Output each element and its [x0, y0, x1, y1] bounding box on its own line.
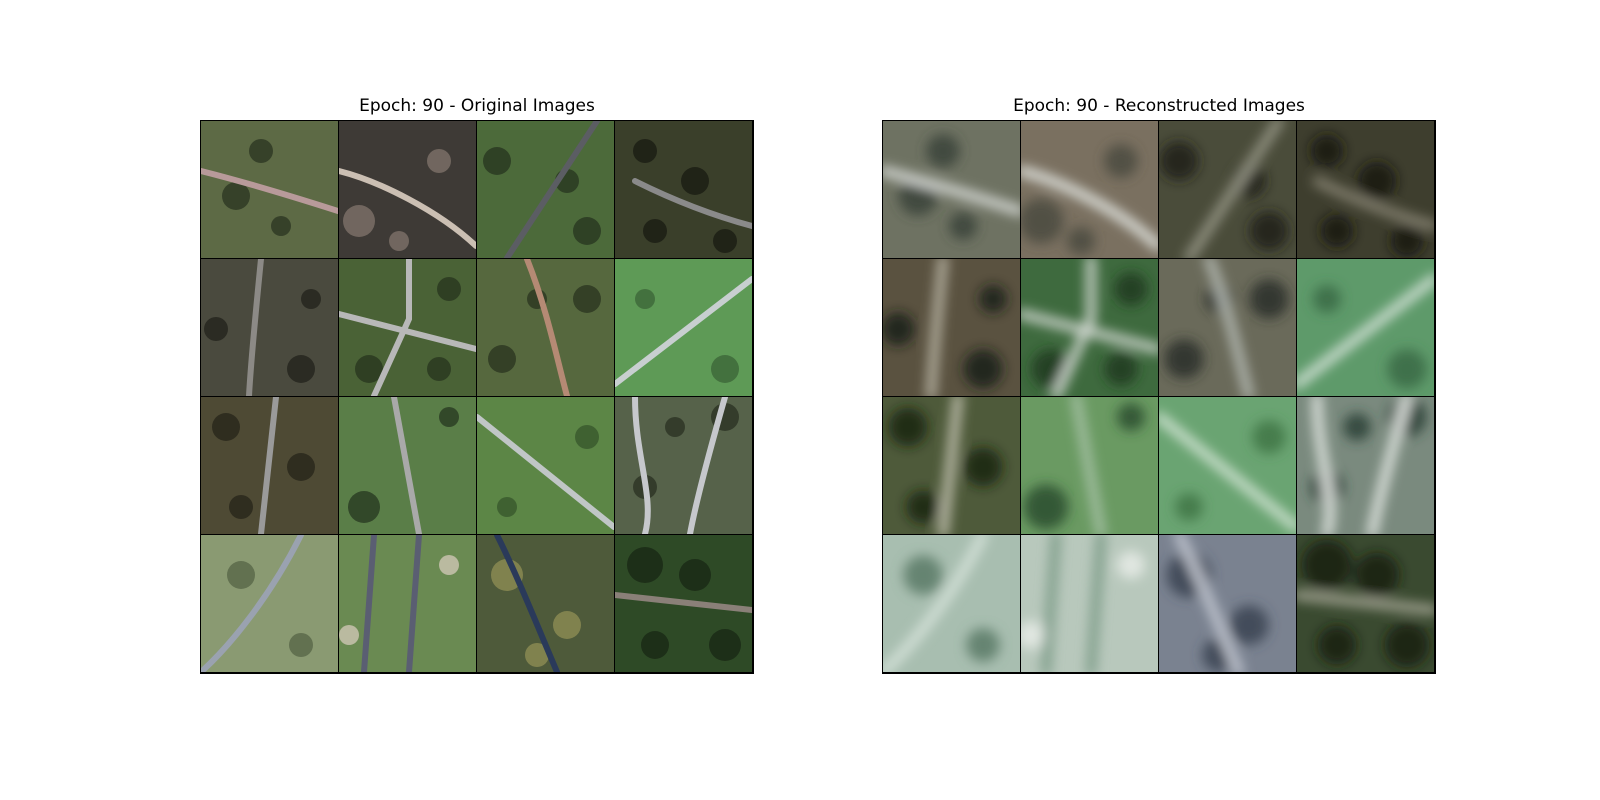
reconstructed-image-tile	[1159, 535, 1296, 672]
reconstructed-image-tile	[1297, 259, 1434, 396]
reconstructed-image-tile	[1021, 121, 1158, 258]
original-image-tile	[477, 121, 614, 258]
original-image-tile	[201, 397, 338, 534]
original-image-tile	[477, 397, 614, 534]
reconstructed-image-tile	[1297, 535, 1434, 672]
reconstructed-images-grid	[882, 120, 1436, 674]
original-image-tile	[615, 397, 752, 534]
original-image-tile	[477, 259, 614, 396]
reconstructed-image-tile	[1159, 121, 1296, 258]
original-image-tile	[339, 535, 476, 672]
reconstructed-image-tile	[1021, 397, 1158, 534]
reconstructed-image-tile	[883, 535, 1020, 672]
reconstructed-images-title: Epoch: 90 - Reconstructed Images	[1013, 96, 1305, 116]
original-image-tile	[615, 121, 752, 258]
original-images-title: Epoch: 90 - Original Images	[359, 96, 595, 116]
original-image-tile	[201, 535, 338, 672]
figure: Epoch: 90 - Original Images Epoch: 90 - …	[0, 0, 1600, 800]
original-images-grid	[200, 120, 754, 674]
original-image-tile	[615, 259, 752, 396]
reconstructed-image-tile	[883, 259, 1020, 396]
reconstructed-image-tile	[1159, 259, 1296, 396]
reconstructed-image-tile	[1297, 397, 1434, 534]
reconstructed-image-tile	[1021, 259, 1158, 396]
reconstructed-image-tile	[883, 397, 1020, 534]
reconstructed-image-tile	[1297, 121, 1434, 258]
reconstructed-image-tile	[1021, 535, 1158, 672]
original-image-tile	[339, 397, 476, 534]
original-image-tile	[201, 259, 338, 396]
original-image-tile	[339, 259, 476, 396]
reconstructed-image-tile	[883, 121, 1020, 258]
original-image-tile	[477, 535, 614, 672]
original-image-tile	[339, 121, 476, 258]
original-image-tile	[201, 121, 338, 258]
reconstructed-image-tile	[1159, 397, 1296, 534]
original-image-tile	[615, 535, 752, 672]
